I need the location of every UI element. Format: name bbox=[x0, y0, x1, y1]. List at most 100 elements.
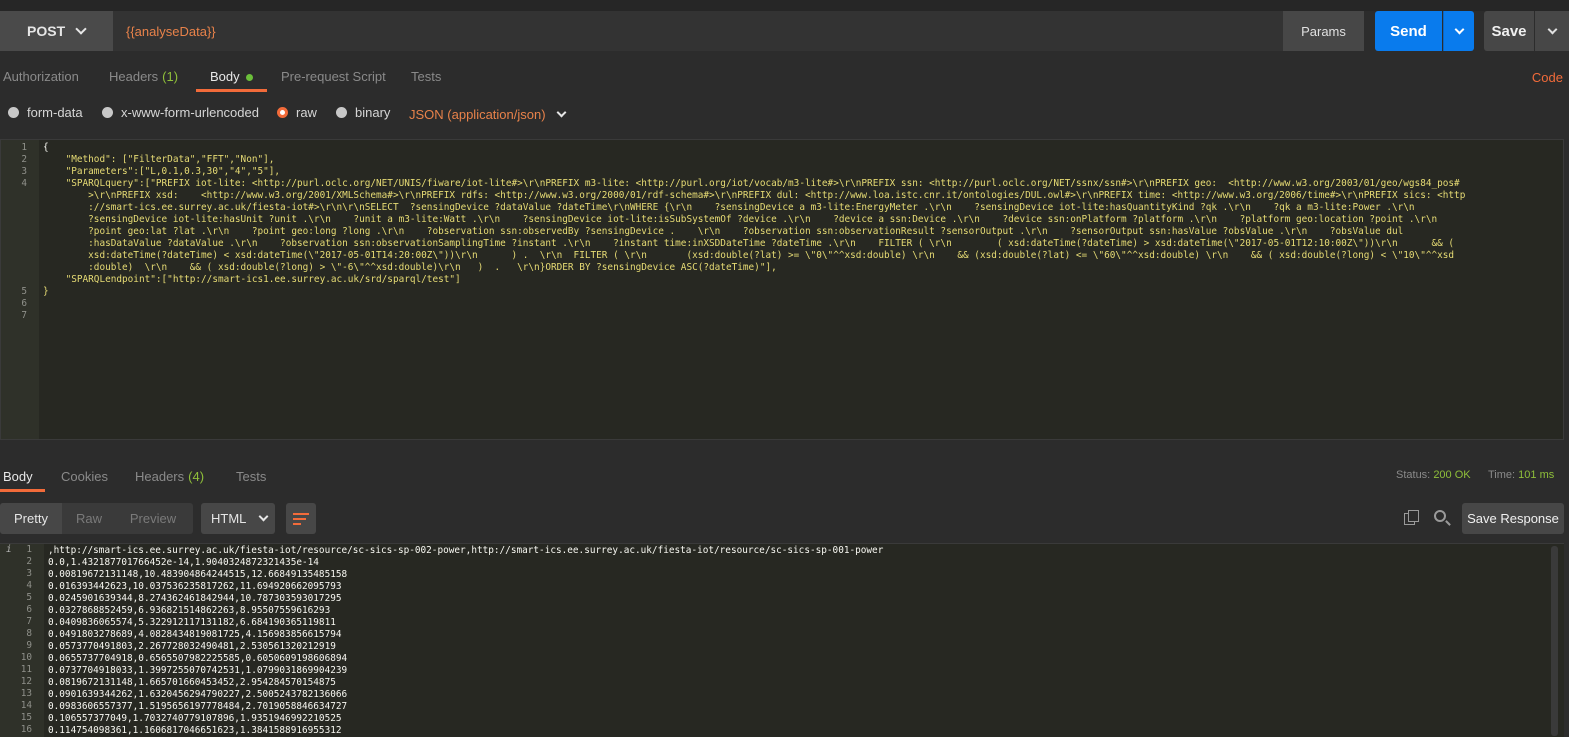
radio-raw[interactable]: raw bbox=[277, 105, 317, 120]
line-number: 13 bbox=[0, 688, 44, 700]
code-line: "SPARQLquery":["PREFIX iot-lite: <http:/… bbox=[43, 178, 1460, 189]
save-response-button[interactable]: Save Response bbox=[1462, 503, 1564, 534]
save-dropdown-button[interactable] bbox=[1535, 11, 1569, 51]
format-label: HTML bbox=[211, 511, 247, 526]
tab-response-body[interactable]: Body bbox=[0, 462, 45, 492]
time-value: 101 ms bbox=[1518, 469, 1555, 481]
response-line: 0.0327868852459,6.936821514862263,8.9550… bbox=[48, 605, 331, 616]
line-number: 7 bbox=[21, 310, 27, 321]
response-code-lines[interactable]: ,http://smart-ics.ee.surrey.ac.uk/fiesta… bbox=[48, 545, 1548, 737]
radio-binary[interactable]: binary bbox=[336, 105, 390, 120]
tab-label: Body bbox=[3, 469, 33, 484]
request-body-editor[interactable]: 1234 567 { "Method": ["FilterData","FFT",… bbox=[0, 139, 1564, 440]
tab-response-headers[interactable]: Headers (4) bbox=[135, 462, 204, 492]
line-number bbox=[1, 238, 39, 250]
method-select[interactable]: POST bbox=[0, 11, 113, 51]
radio-form-data[interactable]: form-data bbox=[8, 105, 83, 120]
time-indicator: Time: 101 ms bbox=[1488, 469, 1554, 481]
url-input[interactable]: {{analyseData}} bbox=[113, 11, 1283, 51]
response-body-editor[interactable]: 1 i 2 3 4 5 6 7 8 9 10 11 12 13 14 15 16 ,http://smart-i… bbox=[0, 543, 1564, 737]
tab-headers[interactable]: Headers (1) bbox=[109, 62, 178, 92]
code-line: "Method": ["FilterData","FFT","Non"], bbox=[43, 154, 275, 165]
response-line: 0.0573770491803,2.267728032490481,2.5305… bbox=[48, 641, 336, 652]
radio-urlencoded[interactable]: x-www-form-urlencoded bbox=[102, 105, 259, 120]
time-label: Time: bbox=[1488, 469, 1516, 481]
code-link[interactable]: Code bbox=[1532, 70, 1563, 85]
line-number-label: 14 bbox=[20, 700, 32, 711]
save-button[interactable]: Save bbox=[1484, 11, 1534, 51]
code-line: ?sensingDevice iot-lite:hasUnit ?unit .\… bbox=[43, 214, 1438, 225]
body-type-options: form-data x-www-form-urlencoded raw bina… bbox=[0, 100, 1569, 128]
line-number: 3 bbox=[0, 568, 44, 580]
line-number: 4 bbox=[0, 580, 44, 592]
preview-button[interactable]: Preview bbox=[116, 503, 190, 534]
status-value: 200 OK bbox=[1433, 469, 1471, 481]
wrap-lines-button[interactable] bbox=[286, 503, 316, 534]
method-label: POST bbox=[27, 23, 66, 39]
line-number-label: 13 bbox=[20, 688, 32, 699]
send-dropdown-button[interactable] bbox=[1443, 11, 1474, 51]
tab-tests[interactable]: Tests bbox=[411, 62, 441, 92]
tab-response-tests[interactable]: Tests bbox=[236, 462, 266, 492]
info-icon: i bbox=[6, 544, 12, 555]
tab-cookies[interactable]: Cookies bbox=[61, 462, 108, 492]
radio-circle bbox=[102, 107, 113, 118]
copy-icon[interactable] bbox=[1404, 510, 1420, 526]
line-number-label: 12 bbox=[20, 676, 32, 687]
response-line: 0.106557377049,1.7032740779107896,1.9351… bbox=[48, 713, 342, 724]
headers-count-badge: (1) bbox=[162, 69, 179, 84]
search-icon[interactable] bbox=[1433, 509, 1451, 527]
radio-circle-selected bbox=[277, 107, 288, 118]
params-button[interactable]: Params bbox=[1283, 11, 1364, 51]
line-number: 7 bbox=[0, 616, 44, 628]
request-code-lines[interactable]: { "Method": ["FilterData","FFT","Non"], … bbox=[43, 142, 1561, 310]
radio-circle bbox=[336, 107, 347, 118]
line-number bbox=[1, 226, 39, 238]
line-number: 9 bbox=[0, 640, 44, 652]
line-number-label: 11 bbox=[20, 664, 32, 675]
line-number-label: 7 bbox=[26, 616, 32, 627]
code-line: ://smart-ics.ee.surrey.ac.uk/fiesta-iot#… bbox=[43, 202, 1415, 213]
chevron-down-icon bbox=[556, 107, 567, 118]
request-bar: POST {{analyseData}} Params Send Save bbox=[0, 11, 1569, 53]
response-line: ,http://smart-ics.ee.surrey.ac.uk/fiesta… bbox=[48, 545, 884, 556]
response-line: 0.0737704918033,1.3997255070742531,1.079… bbox=[48, 665, 348, 676]
line-number bbox=[1, 250, 39, 262]
line-number: 16 bbox=[0, 724, 44, 736]
chevron-down-icon bbox=[75, 22, 87, 35]
pretty-button[interactable]: Pretty bbox=[0, 503, 62, 534]
response-line: 0.0,1.432187701766452e-14,1.904032487232… bbox=[48, 557, 319, 568]
window-top-strip bbox=[0, 0, 1569, 11]
line-number bbox=[1, 274, 39, 286]
line-number-label: 6 bbox=[26, 604, 32, 615]
chevron-down-icon bbox=[258, 511, 269, 522]
line-number: 3 bbox=[21, 166, 27, 177]
response-editor-gutter: 1 i 2 3 4 5 6 7 8 9 10 11 12 13 14 15 16 bbox=[0, 544, 44, 737]
response-scrollbar[interactable] bbox=[1551, 546, 1558, 736]
line-number: 4 bbox=[21, 178, 27, 189]
raw-button[interactable]: Raw bbox=[62, 503, 116, 534]
line-number: 5 bbox=[21, 286, 27, 297]
line-number: 10 bbox=[0, 652, 44, 664]
radio-label: form-data bbox=[27, 105, 83, 120]
format-select[interactable]: HTML bbox=[201, 503, 275, 534]
line-number-label: 8 bbox=[26, 628, 32, 639]
radio-circle bbox=[8, 107, 19, 118]
chevron-down-icon bbox=[1547, 24, 1557, 34]
send-button[interactable]: Send bbox=[1375, 11, 1442, 51]
tab-authorization[interactable]: Authorization bbox=[3, 62, 79, 92]
radio-label: binary bbox=[355, 105, 391, 120]
line-number: 2 bbox=[21, 154, 27, 165]
line-number: 6 bbox=[21, 298, 27, 309]
line-number-label: 3 bbox=[26, 568, 32, 579]
request-tabs: Authorization Headers (1) Body Pre-reque… bbox=[0, 62, 1569, 92]
line-number-label: 10 bbox=[20, 652, 32, 663]
content-type-select[interactable]: JSON (application/json) bbox=[409, 107, 567, 122]
wrap-lines-icon bbox=[293, 512, 309, 525]
line-number: 12 bbox=[0, 676, 44, 688]
tab-prerequest-script[interactable]: Pre-request Script bbox=[281, 62, 386, 92]
tab-body[interactable]: Body bbox=[196, 62, 267, 92]
status-indicator: Status: 200 OK bbox=[1396, 469, 1471, 481]
line-number-label: 15 bbox=[20, 712, 32, 723]
line-number bbox=[1, 202, 39, 214]
